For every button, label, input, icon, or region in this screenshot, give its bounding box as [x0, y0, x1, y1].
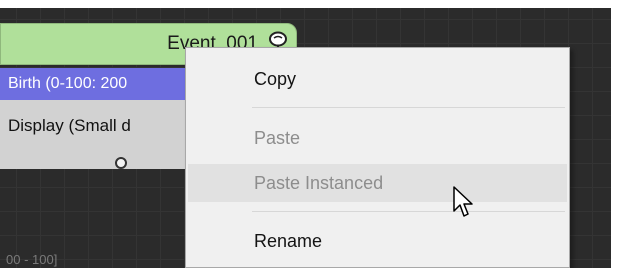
top-edge	[0, 0, 621, 8]
arrow-cursor-icon	[453, 186, 473, 217]
menu-item-copy[interactable]: Copy	[188, 60, 567, 98]
menu-item-rename[interactable]: Rename	[188, 222, 567, 260]
menu-separator	[252, 107, 565, 108]
context-menu: Copy Paste Paste Instanced Rename	[185, 47, 570, 268]
background-label: 00 - 100]	[6, 252, 58, 267]
right-edge	[611, 0, 621, 268]
menu-item-paste-instanced[interactable]: Paste Instanced	[188, 164, 567, 202]
menu-separator	[252, 211, 565, 212]
output-port[interactable]	[115, 157, 127, 169]
menu-item-paste[interactable]: Paste	[188, 119, 567, 157]
